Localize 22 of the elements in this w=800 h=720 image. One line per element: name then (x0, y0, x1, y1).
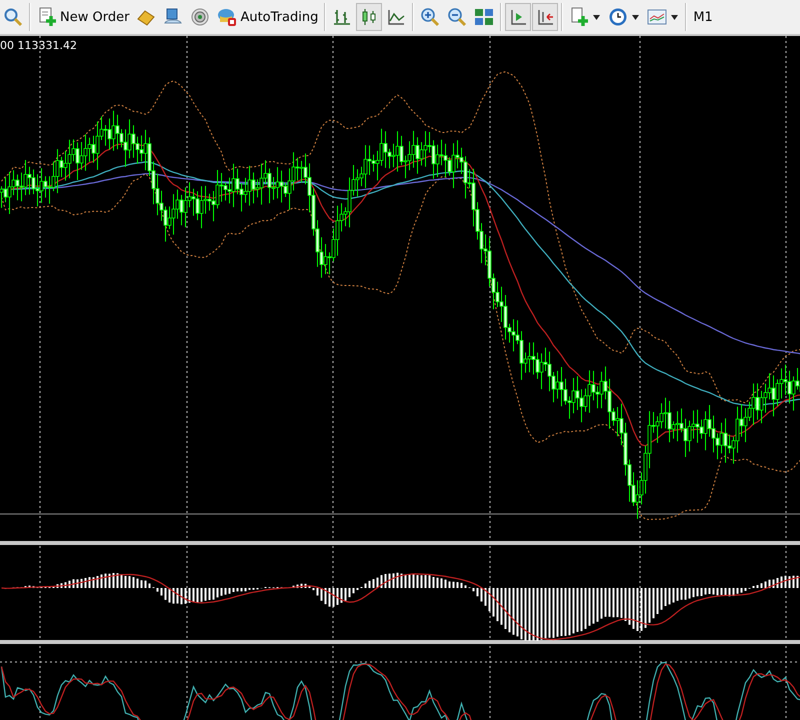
bar-chart-icon (332, 7, 352, 27)
caret-icon (592, 14, 602, 20)
autotrading-icon (217, 7, 238, 27)
timeframe-button[interactable]: M1 (690, 3, 716, 31)
search-icon (3, 7, 23, 27)
document-plus-icon (37, 7, 57, 27)
line-chart-icon (386, 7, 406, 27)
autoscroll-button[interactable] (505, 3, 532, 31)
chart-header-text: 00 113331.42 (0, 39, 77, 52)
caret-icon (631, 14, 640, 20)
chart-shift-button[interactable] (532, 3, 558, 31)
signal-icon (190, 7, 210, 27)
autotrading-button[interactable]: AutoTrading (214, 3, 322, 31)
zoom-out-icon (447, 7, 468, 27)
template-icon (647, 7, 668, 27)
clock-icon (608, 7, 628, 27)
tile-windows-icon (474, 7, 494, 27)
zoom-in-icon (420, 7, 440, 27)
caret-icon (670, 14, 680, 20)
candlestick-chart-button[interactable] (356, 3, 382, 31)
add-indicator-icon (569, 7, 590, 27)
new-order-button[interactable]: New Order (34, 3, 132, 31)
